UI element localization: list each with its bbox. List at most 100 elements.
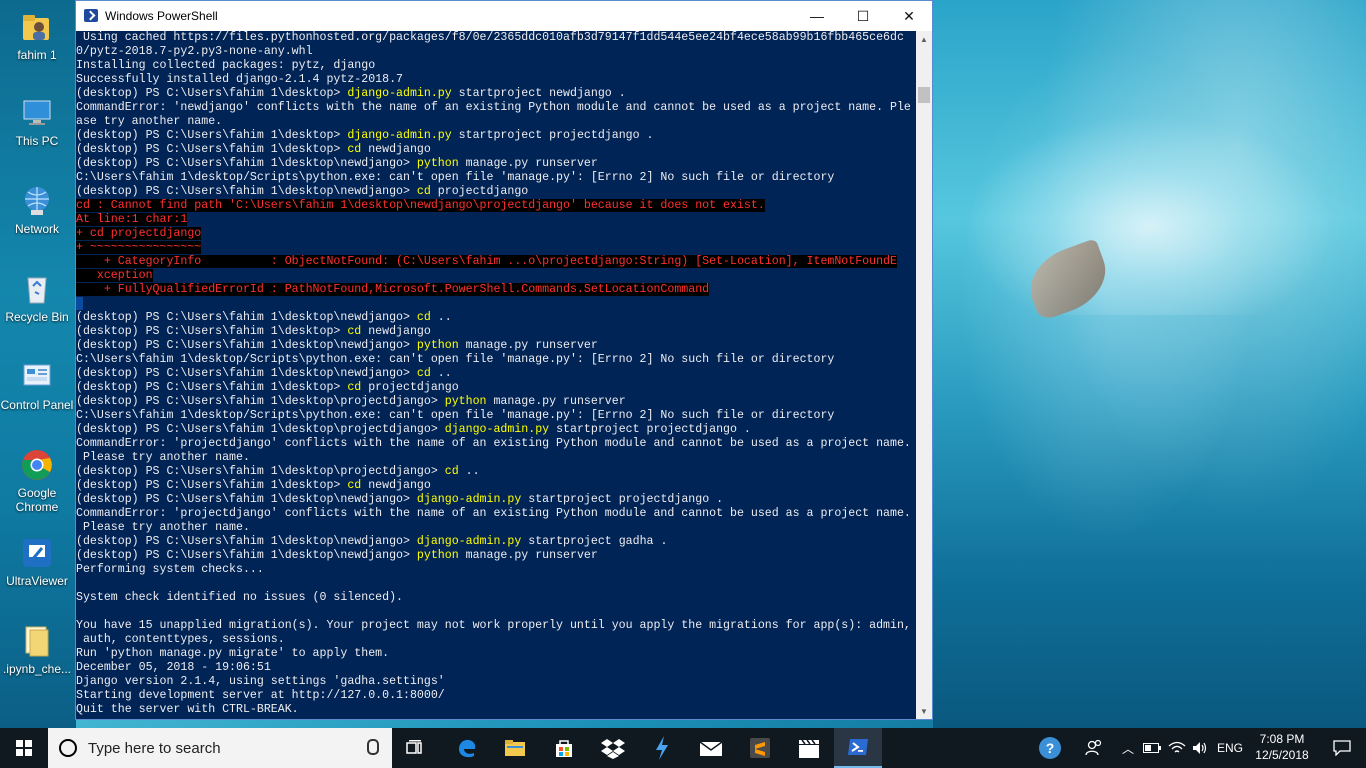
console-line: Run 'python manage.py migrate' to apply … [76, 647, 911, 661]
taskbar-app-dropbox[interactable] [589, 728, 637, 768]
microphone-icon[interactable] [367, 739, 379, 755]
console-line: (desktop) PS C:\Users\fahim 1\desktop\ne… [76, 549, 911, 563]
taskbar-app-file-explorer[interactable] [491, 728, 539, 768]
taskbar-app-mail[interactable] [687, 728, 735, 768]
powershell-window[interactable]: Windows PowerShell — ☐ ✕ Using cached ht… [75, 0, 933, 720]
tray-battery[interactable] [1142, 728, 1162, 768]
console-text: ase try another name. [76, 115, 223, 128]
desktop-icon-label: UltraViewer [6, 574, 68, 588]
help-question-icon: ? [1039, 737, 1061, 759]
console-line: At line:1 char:1 [76, 213, 911, 227]
start-button[interactable] [0, 728, 48, 768]
console-line: (desktop) PS C:\Users\fahim 1\desktop\ne… [76, 339, 911, 353]
command-token: python [444, 395, 487, 408]
tray-people[interactable] [1080, 728, 1108, 768]
console-text: .. [458, 465, 480, 478]
console-line: Django version 2.1.4, using settings 'ga… [76, 675, 911, 689]
taskbar-search-box[interactable]: Type here to search [48, 728, 392, 768]
console-text [76, 297, 83, 310]
console-text: Run 'python manage.py migrate' to apply … [76, 647, 390, 660]
desktop-icon-control-panel[interactable]: Control Panel [0, 360, 74, 412]
task-view-icon [406, 740, 422, 754]
console-line: CommandError: 'newdjango' conflicts with… [76, 101, 911, 115]
command-token: cd [347, 325, 362, 338]
vertical-scrollbar[interactable]: ▲ ▼ [916, 31, 932, 719]
taskbar-app-movies-tv[interactable] [785, 728, 833, 768]
taskbar-app-vscode[interactable] [638, 728, 686, 768]
clock-time: 7:08 PM [1259, 732, 1305, 746]
console-text: Please try another name. [76, 451, 250, 464]
console-line: auth, contenttypes, sessions. [76, 633, 911, 647]
console-output[interactable]: Using cached https://files.pythonhosted.… [76, 31, 916, 719]
desktop-icon-ultraviewer[interactable]: UltraViewer [0, 536, 74, 588]
console-line [76, 297, 911, 311]
console-line: (desktop) PS C:\Users\fahim 1\desktop\ne… [76, 535, 911, 549]
desktop-icon-recycle-bin[interactable]: Recycle Bin [0, 272, 74, 324]
console-line: (desktop) PS C:\Users\fahim 1\desktop> c… [76, 381, 911, 395]
console-text: projectdjango [430, 185, 529, 198]
console-text: newdjango [361, 143, 431, 156]
console-text: .. [430, 367, 452, 380]
tray-show-hidden-icons[interactable]: ︿ [1120, 728, 1136, 768]
tray-help[interactable]: ? [1036, 728, 1064, 768]
console-line: (desktop) PS C:\Users\fahim 1\desktop> c… [76, 143, 911, 157]
error-text: + ~~~~~~~~~~~~~~~~ [76, 241, 202, 254]
console-text: projectdjango [361, 381, 459, 394]
console-text: (desktop) PS C:\Users\fahim 1\desktop> [76, 129, 348, 142]
console-line: (desktop) PS C:\Users\fahim 1\desktop> d… [76, 87, 911, 101]
console-line: Quit the server with CTRL-BREAK. [76, 703, 911, 717]
taskbar-app-store[interactable] [540, 728, 588, 768]
scroll-down-arrow-icon[interactable]: ▼ [916, 703, 932, 719]
scroll-thumb[interactable] [918, 87, 930, 103]
minimize-button[interactable]: — [794, 1, 840, 31]
taskbar-app-edge[interactable] [443, 728, 491, 768]
desktop-icon-user-folder[interactable]: fahim 1 [0, 10, 74, 62]
command-token: python [416, 339, 459, 352]
console-text: CommandError: 'newdjango' conflicts with… [76, 101, 911, 114]
console-text: Starting development server at http://12… [76, 689, 445, 702]
battery-icon [1143, 743, 1161, 753]
console-text: Performing system checks... [76, 563, 264, 576]
computer-icon [20, 96, 54, 130]
taskbar-app-sublime-text[interactable] [736, 728, 784, 768]
error-text: cd : Cannot find path 'C:\Users\fahim 1\… [76, 199, 765, 212]
window-titlebar[interactable]: Windows PowerShell — ☐ ✕ [76, 1, 932, 31]
console-text: manage.py runserver [458, 157, 598, 170]
cortana-icon [59, 739, 77, 757]
desktop-icon-ipynb-checkpoints[interactable]: .ipynb_che... [0, 624, 74, 676]
command-token: cd [347, 143, 362, 156]
scroll-up-arrow-icon[interactable]: ▲ [916, 31, 932, 47]
desktop-icon-google-chrome[interactable]: Google Chrome [0, 448, 74, 514]
taskbar-clock[interactable]: 7:08 PM 12/5/2018 [1250, 731, 1314, 763]
chevron-up-icon: ︿ [1121, 741, 1134, 756]
maximize-button[interactable]: ☐ [840, 1, 886, 31]
action-center-button[interactable] [1318, 728, 1366, 768]
console-text: (desktop) PS C:\Users\fahim 1\desktop\ne… [76, 367, 417, 380]
console-text: Installing collected packages: pytz, dja… [76, 59, 376, 72]
desktop-icon-network[interactable]: Network [0, 184, 74, 236]
task-view-button[interactable] [392, 728, 440, 768]
console-line: Please try another name. [76, 451, 911, 465]
error-text: + FullyQualifiedErrorId : PathNotFound,M… [76, 283, 710, 296]
taskbar-app-powershell[interactable] [834, 728, 882, 768]
console-text: startproject gadha . [521, 535, 668, 548]
console-text: CommandError: 'projectdjango' conflicts … [76, 437, 911, 450]
desktop-icon-this-pc[interactable]: This PC [0, 96, 74, 148]
recycle-bin-icon [20, 272, 54, 306]
console-text: (desktop) PS C:\Users\fahim 1\desktop\pr… [76, 395, 445, 408]
console-line: cd : Cannot find path 'C:\Users\fahim 1\… [76, 199, 911, 213]
console-text: (desktop) PS C:\Users\fahim 1\desktop\ne… [76, 311, 417, 324]
command-token: cd [416, 185, 431, 198]
console-line: Please try another name. [76, 521, 911, 535]
console-text: startproject projectdjango . [521, 493, 724, 506]
console-line: (desktop) PS C:\Users\fahim 1\desktop\ne… [76, 311, 911, 325]
console-line: C:\Users\fahim 1\desktop/Scripts\python.… [76, 171, 911, 185]
close-button[interactable]: ✕ [886, 1, 932, 31]
console-line: CommandError: 'projectdjango' conflicts … [76, 437, 911, 451]
tray-wifi[interactable] [1166, 728, 1188, 768]
notification-icon [1333, 740, 1351, 756]
tray-volume[interactable] [1190, 728, 1210, 768]
tray-language[interactable]: ENG [1214, 728, 1246, 768]
control-panel-icon [20, 360, 54, 394]
